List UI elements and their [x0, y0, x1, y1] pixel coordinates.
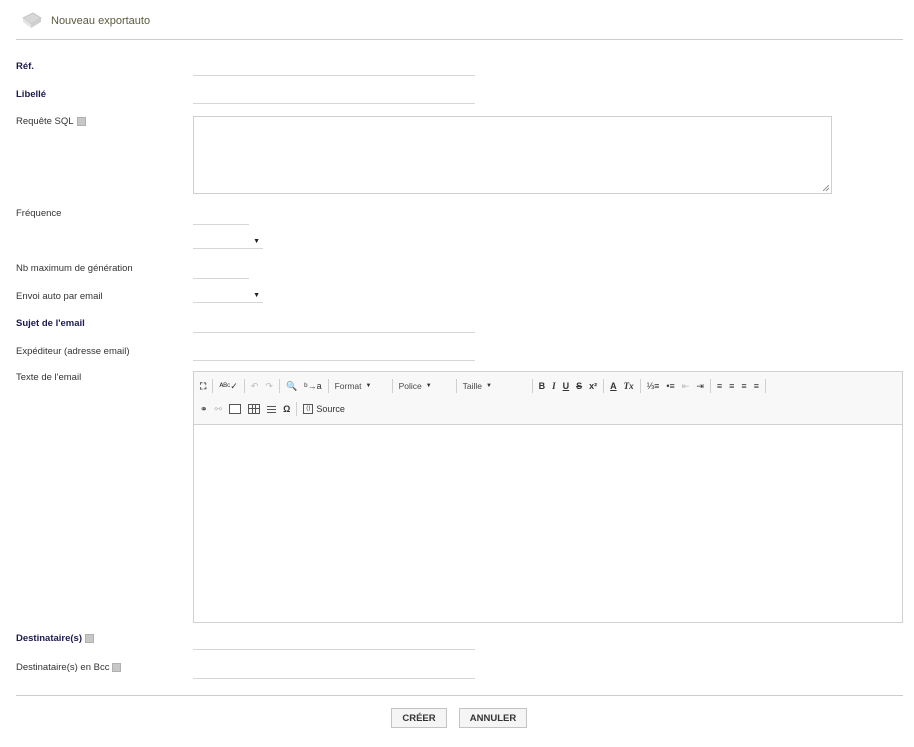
envoi-select[interactable]: ▼ — [193, 290, 263, 303]
table-icon[interactable] — [248, 404, 261, 414]
resize-grip-icon[interactable] — [823, 185, 829, 191]
toolbar-separator — [764, 379, 766, 393]
nbmax-input[interactable] — [193, 278, 249, 279]
envoi-label: Envoi auto par email — [16, 291, 103, 302]
chevron-down-icon: ▼ — [425, 383, 432, 389]
frequence-input[interactable] — [193, 224, 249, 225]
page-header: Nouveau exportauto — [16, 8, 903, 40]
requete-textarea[interactable] — [193, 116, 832, 194]
source-label: Source — [316, 404, 345, 414]
chevron-down-icon: ▼ — [485, 383, 492, 389]
toolbar-separator — [296, 402, 298, 416]
remove-format-icon[interactable]: Tx — [624, 381, 634, 391]
toolbar-separator — [455, 379, 457, 393]
dropdown-arrow-icon: ▼ — [253, 238, 260, 245]
dropdown-arrow-icon: ▼ — [253, 292, 260, 299]
bcc-input[interactable] — [193, 678, 475, 679]
underline-icon[interactable]: U — [563, 381, 570, 391]
nbmax-label: Nb maximum de génération — [16, 263, 133, 274]
format-combo[interactable]: Format ▼ — [335, 381, 387, 391]
toolbar-separator — [709, 379, 711, 393]
superscript-icon[interactable]: x² — [589, 381, 597, 391]
sujet-input[interactable] — [193, 332, 475, 333]
align-left-icon[interactable]: ≡ — [717, 381, 722, 391]
horizontal-rule-icon-shape — [267, 405, 277, 413]
expediteur-label: Expéditeur (adresse email) — [16, 346, 130, 357]
unlink-icon[interactable]: ⚯ — [215, 404, 223, 415]
chevron-down-icon: ▼ — [365, 383, 372, 389]
strikethrough-icon[interactable]: S — [576, 381, 582, 391]
toolbar-separator — [531, 379, 533, 393]
toolbar-row-2: ⚭ ⚯ Ω ⟨⟩ Source — [200, 400, 352, 418]
ref-input[interactable] — [193, 75, 475, 76]
rich-text-editor[interactable]: ⛶ ᴬᴮᶜ✓ ↶ ↷ 🔍 ᵇ→a Format ▼ Police ▼ Taille ▼… — [193, 371, 903, 623]
maximize-icon[interactable]: ⛶ — [200, 381, 206, 392]
outdent-icon[interactable]: ⇤ — [682, 381, 690, 392]
bcc-label-text: Destinataire(s) en Bcc — [16, 662, 110, 673]
folder-icon — [22, 12, 42, 28]
replace-icon[interactable]: ᵇ→a — [304, 381, 321, 391]
special-char-icon[interactable]: Ω — [283, 404, 290, 414]
bold-icon[interactable]: B — [539, 381, 546, 391]
align-center-icon[interactable]: ≡ — [729, 381, 734, 391]
horizontal-rule-icon[interactable] — [267, 405, 277, 413]
frequence-unit-select[interactable]: ▼ — [193, 236, 263, 249]
toolbar-separator — [391, 379, 393, 393]
sujet-label: Sujet de l'email — [16, 318, 85, 329]
image-icon-shape — [229, 404, 242, 414]
destinataires-input[interactable] — [193, 649, 475, 650]
redo-icon[interactable]: ↷ — [265, 381, 273, 392]
toolbar-separator — [327, 379, 329, 393]
destinataires-label-text: Destinataire(s) — [16, 633, 82, 644]
toolbar-separator — [278, 379, 280, 393]
footer-divider — [16, 695, 903, 696]
help-icon[interactable] — [85, 633, 94, 643]
editor-toolbar: ⛶ ᴬᴮᶜ✓ ↶ ↷ 🔍 ᵇ→a Format ▼ Police ▼ Taille ▼… — [194, 372, 902, 425]
toolbar-separator — [603, 379, 605, 393]
create-button[interactable]: CRÉER — [391, 708, 447, 728]
table-icon-shape — [248, 404, 261, 414]
bulleted-list-icon[interactable]: •≡ — [666, 381, 674, 391]
frequence-label: Fréquence — [16, 208, 62, 219]
editor-content-area[interactable] — [194, 425, 902, 622]
ref-label: Réf. — [16, 61, 34, 72]
toolbar-row-1: ⛶ ᴬᴮᶜ✓ ↶ ↷ 🔍 ᵇ→a Format ▼ Police ▼ Taille ▼… — [200, 377, 772, 395]
toolbar-separator — [243, 379, 245, 393]
find-icon[interactable]: 🔍 — [286, 381, 297, 392]
taille-combo[interactable]: Taille ▼ — [463, 381, 527, 391]
image-icon[interactable] — [229, 404, 242, 414]
indent-icon[interactable]: ⇥ — [696, 381, 704, 392]
spellcheck-icon[interactable]: ᴬᴮᶜ✓ — [219, 381, 238, 392]
text-color-icon[interactable]: A — [610, 381, 617, 391]
format-combo-label: Format — [334, 381, 362, 391]
cancel-button[interactable]: ANNULER — [459, 708, 527, 728]
libelle-label: Libellé — [16, 89, 47, 100]
toolbar-separator — [212, 379, 214, 393]
page-title: Nouveau exportauto — [51, 15, 151, 27]
align-right-icon[interactable]: ≡ — [741, 381, 746, 391]
texte-label: Texte de l'email — [16, 372, 82, 383]
numbered-list-icon[interactable]: ⅓≡ — [647, 381, 660, 391]
justify-icon[interactable]: ≡ — [754, 381, 759, 391]
link-icon[interactable]: ⚭ — [200, 404, 208, 415]
help-icon[interactable] — [76, 116, 86, 126]
libelle-input[interactable] — [193, 103, 475, 104]
undo-icon[interactable]: ↶ — [251, 381, 259, 392]
requete-label: Requête SQL — [16, 116, 86, 127]
requete-label-text: Requête SQL — [16, 116, 74, 127]
source-icon: ⟨⟩ — [303, 404, 314, 414]
police-combo[interactable]: Police ▼ — [399, 381, 451, 391]
italic-icon[interactable]: I — [552, 381, 556, 391]
taille-combo-label: Taille — [462, 381, 482, 391]
bcc-label: Destinataire(s) en Bcc — [16, 662, 122, 673]
help-icon[interactable] — [112, 662, 122, 672]
toolbar-separator — [639, 379, 641, 393]
destinataires-label: Destinataire(s) — [16, 633, 94, 644]
expediteur-input[interactable] — [193, 360, 475, 361]
police-combo-label: Police — [398, 381, 422, 391]
source-button[interactable]: ⟨⟩ Source — [303, 404, 345, 414]
